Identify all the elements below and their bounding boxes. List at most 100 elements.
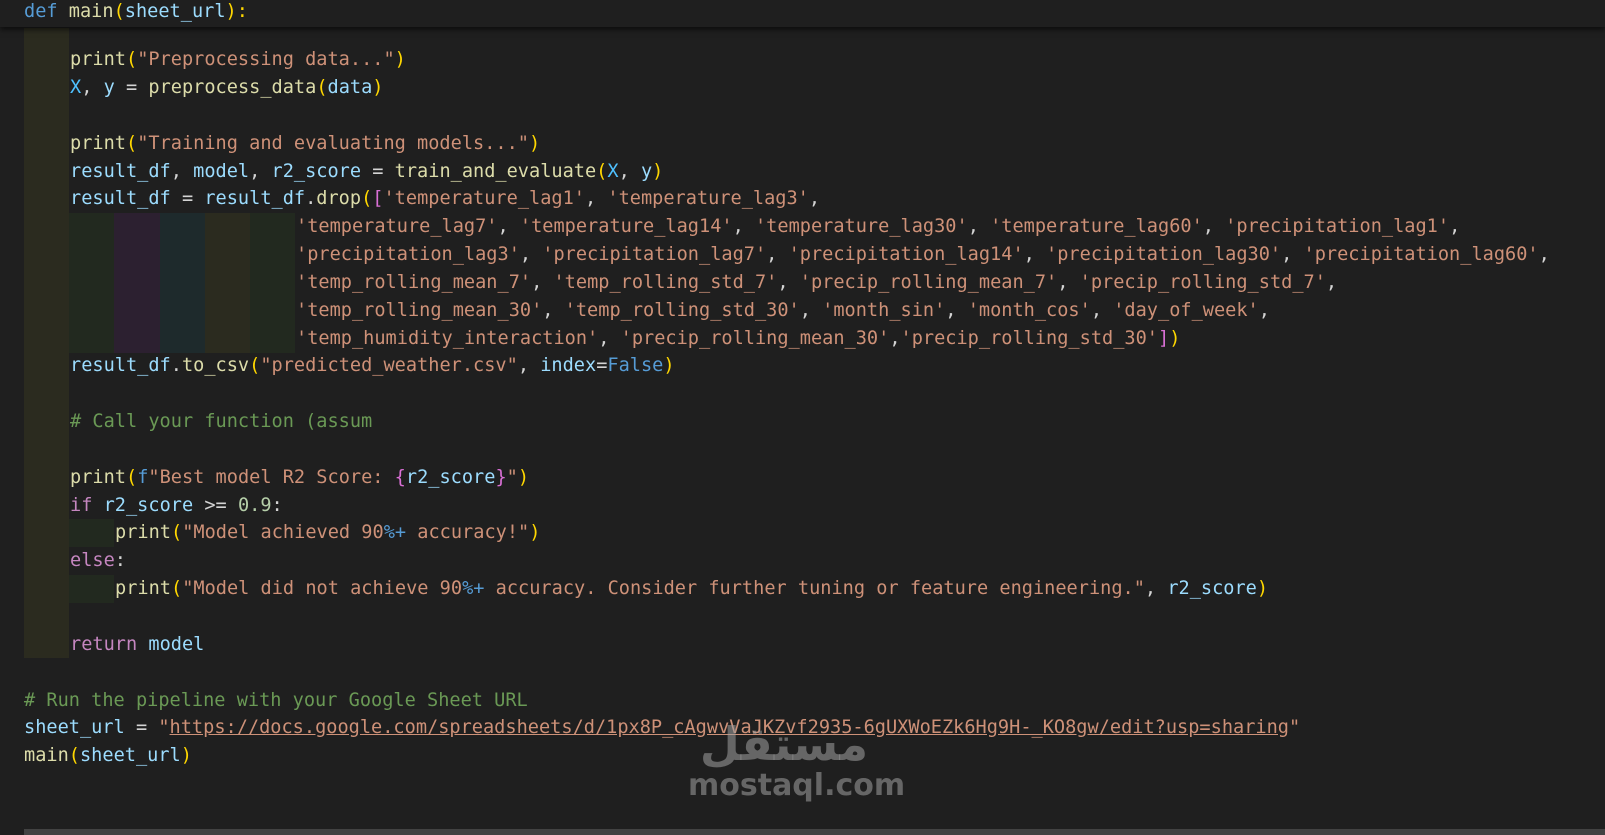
string-literal: accuracy!" [406, 522, 530, 543]
fstring-prefix: f [137, 467, 149, 488]
const-false: False [607, 355, 664, 376]
drop-column: 'temperature_lag3' [607, 188, 809, 209]
horizontal-scrollbar[interactable] [24, 829, 1605, 835]
code-line-train[interactable]: result_df, model, r2_score = train_and_e… [70, 158, 663, 186]
string-literal: "Training and evaluating models..." [137, 133, 529, 154]
main-call: main [24, 745, 69, 766]
var-model: model [193, 161, 250, 182]
drop-column: 'temp_rolling_mean_30' [296, 300, 543, 321]
code-line-print-not-achieved[interactable]: print("Model did not achieve 90%+ accura… [115, 575, 1268, 603]
code-line-print-achieved[interactable]: print("Model achieved 90%+ accuracy!") [115, 519, 540, 547]
format-specifier: %+ [383, 522, 407, 543]
var-r2-score: r2_score [1167, 578, 1257, 599]
var-y: y [103, 77, 115, 98]
code-line-drop-cont-2[interactable]: 'precipitation_lag3', 'precipitation_lag… [296, 241, 1550, 269]
code-line-comment-call[interactable]: # Call your function (assum [70, 408, 372, 436]
mostaql-logo: مستقل [699, 717, 869, 771]
else-keyword: else [70, 550, 115, 571]
code-line-print-preprocessing[interactable]: print("Preprocessing data...") [70, 46, 406, 74]
indent-guide-continuation-1 [69, 213, 114, 353]
arg-data: data [327, 77, 373, 98]
indent-guide-continuation-3 [160, 213, 205, 353]
string-literal: "Model did not achieve 90 [182, 578, 463, 599]
operator: >= [204, 495, 227, 516]
drop-column: 'temp_rolling_std_7' [553, 272, 778, 293]
drop-column: 'precip_rolling_mean_7' [799, 272, 1058, 293]
var-r2-score: r2_score [271, 161, 362, 182]
obj-result-df: result_df [70, 355, 171, 376]
var-x: X [70, 77, 82, 98]
drop-column: 'temperature_lag1' [383, 188, 585, 209]
var-result-df: result_df [70, 161, 171, 182]
def-keyword: def [24, 1, 58, 22]
drop-column: 'precipitation_lag30' [1046, 244, 1282, 265]
var-result-df: result_df [70, 188, 171, 209]
print-call: print [70, 133, 126, 154]
open-paren: ( [113, 1, 125, 22]
indent-guide-if-body [69, 519, 114, 547]
colon: : [114, 550, 126, 571]
drop-column: 'precip_rolling_mean_30' [620, 328, 890, 349]
to-csv-call: to_csv [181, 355, 250, 376]
print-call: print [70, 49, 126, 70]
train-call: train_and_evaluate [394, 161, 597, 182]
drop-column: 'temperature_lag14' [519, 216, 733, 237]
drop-column: 'temp_rolling_std_30' [564, 300, 800, 321]
string-literal: "Model achieved 90 [182, 522, 384, 543]
code-line-else[interactable]: else: [70, 547, 126, 575]
if-keyword: if [70, 495, 93, 516]
sticky-def-line: def main(sheet_url): [24, 0, 248, 26]
preprocess-call: preprocess_data [148, 77, 317, 98]
arg-x: X [607, 161, 619, 182]
code-line-to-csv[interactable]: result_df.to_csv("predicted_weather.csv"… [70, 352, 675, 380]
drop-column: 'precip_rolling_std_7' [1079, 272, 1326, 293]
string-literal: "predicted_weather.csv" [260, 355, 518, 376]
drop-column: 'precipitation_lag3' [296, 244, 520, 265]
indent-guide-else-body [69, 575, 114, 603]
var-sheet-url: sheet_url [24, 717, 125, 738]
return-keyword: return [70, 634, 138, 655]
arg-sheet-url: sheet_url [79, 745, 181, 766]
drop-column: 'precipitation_lag7' [542, 244, 767, 265]
string-literal: accuracy. Consider further tuning or fea… [484, 578, 1145, 599]
mostaql-url: mostaql.com [688, 768, 906, 803]
drop-column: 'precipitation_lag60' [1303, 244, 1539, 265]
code-line-comment-run[interactable]: # Run the pipeline with your Google Shee… [24, 687, 528, 715]
indent-guide-continuation-2 [114, 213, 160, 353]
drop-column: 'precipitation_lag14' [788, 244, 1024, 265]
indent-guide-main [24, 28, 69, 658]
quote: " [1289, 717, 1301, 738]
fstring-expr: r2_score [405, 467, 496, 488]
string-literal: "Best model R2 Score: [148, 467, 395, 488]
drop-column: 'month_sin' [822, 300, 946, 321]
code-line-drop-cont-4[interactable]: 'temp_rolling_mean_30', 'temp_rolling_st… [296, 297, 1270, 325]
drop-call: drop [316, 188, 362, 209]
code-line-sheet-url[interactable]: sheet_url = "https://docs.google.com/spr… [24, 714, 1300, 742]
code-line-drop-cont-5[interactable]: 'temp_humidity_interaction', 'precip_rol… [296, 325, 1180, 353]
print-call: print [115, 522, 171, 543]
code-line-preprocess[interactable]: X, y = preprocess_data(data) [70, 74, 384, 102]
code-line-if[interactable]: if r2_score >= 0.9: [70, 492, 283, 520]
code-line-drop-cont-3[interactable]: 'temp_rolling_mean_7', 'temp_rolling_std… [296, 269, 1337, 297]
kwarg-index: index [540, 355, 597, 376]
code-line-print-training[interactable]: print("Training and evaluating models...… [70, 130, 540, 158]
code-line-return[interactable]: return model [70, 631, 204, 659]
var-model: model [148, 634, 205, 655]
quote: " [158, 717, 170, 738]
string-literal: " [506, 467, 518, 488]
sticky-scroll-header[interactable]: def main(sheet_url): [0, 0, 1605, 27]
drop-column: 'precipitation_lag1' [1225, 216, 1450, 237]
code-line-print-best[interactable]: print(f"Best model R2 Score: {r2_score}"… [70, 464, 529, 492]
code-line-drop-cont-1[interactable]: 'temperature_lag7', 'temperature_lag14',… [296, 213, 1460, 241]
indent-guide-continuation-5 [250, 213, 295, 353]
drop-column: 'day_of_week' [1113, 300, 1259, 321]
drop-column: 'temp_rolling_mean_7' [296, 272, 532, 293]
drop-column: 'month_cos' [967, 300, 1091, 321]
indent-guide-continuation-4 [205, 213, 250, 353]
print-call: print [70, 467, 126, 488]
code-line-drop[interactable]: result_df = result_df.drop(['temperature… [70, 185, 820, 213]
param-name: sheet_url [124, 1, 226, 22]
drop-column: 'precip_rolling_std_30' [900, 328, 1158, 349]
code-line-main-call[interactable]: main(sheet_url) [24, 742, 192, 770]
drop-column: 'temp_humidity_interaction' [296, 328, 599, 349]
